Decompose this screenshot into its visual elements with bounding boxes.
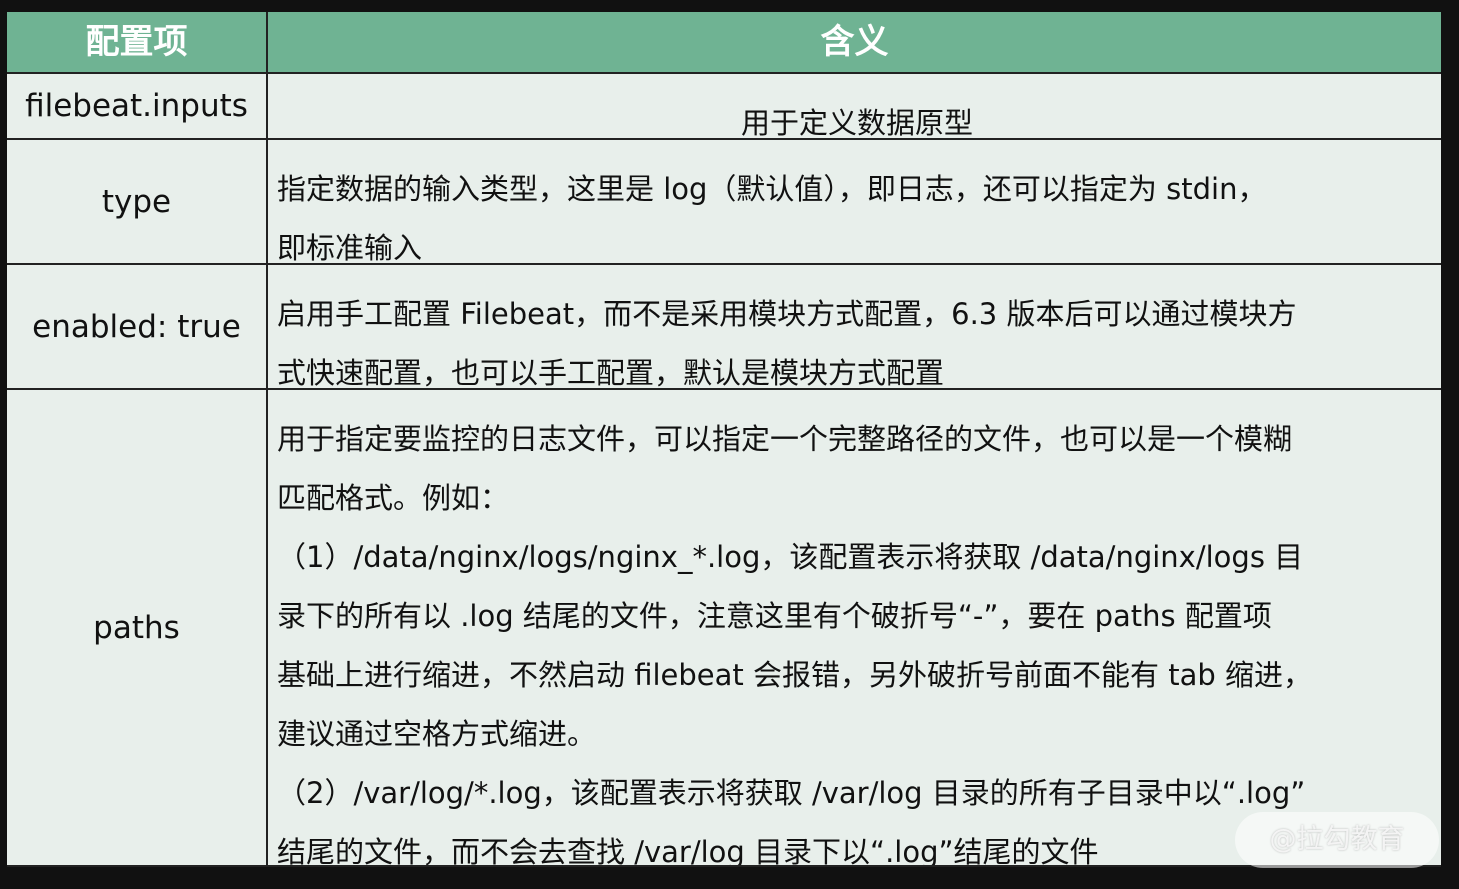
column-divider xyxy=(266,12,268,867)
table-row-value: 指定数据的输入类型，这里是 log（默认值），即日志，还可以指定为 stdin，… xyxy=(277,160,1437,263)
table-row-value: 启用手工配置 Filebeat，而不是采用模块方式配置，6.3 版本后可以通过模… xyxy=(277,285,1437,388)
value-line: 用于指定要监控的日志文件，可以指定一个完整路径的文件，也可以是一个模糊 xyxy=(277,422,1293,456)
value-line: 基础上进行缩进，不然启动 filebeat 会报错，另外破折号前面不能有 tab… xyxy=(277,658,1312,692)
value-line: 启用手工配置 Filebeat，而不是采用模块方式配置，6.3 版本后可以通过模… xyxy=(277,297,1297,331)
page: 配置项 含义 filebeat.inputs 用于定义数据原型 type 指定数… xyxy=(0,0,1459,889)
config-table: 配置项 含义 filebeat.inputs 用于定义数据原型 type 指定数… xyxy=(7,12,1441,867)
value-line: 即标准输入 xyxy=(277,231,423,263)
table-row-key: filebeat.inputs xyxy=(25,88,248,124)
value-line: 用于定义数据原型 xyxy=(740,106,973,138)
table-row-value: 用于指定要监控的日志文件，可以指定一个完整路径的文件，也可以是一个模糊 匹配格式… xyxy=(277,410,1437,865)
table-row-key: type xyxy=(101,183,172,220)
header-meaning: 含义 xyxy=(820,22,889,62)
table-row-value: 用于定义数据原型 xyxy=(277,92,1437,138)
value-line: 匹配格式。例如： xyxy=(277,481,510,515)
value-line: 指定数据的输入类型，这里是 log（默认值），即日志，还可以指定为 stdin， xyxy=(277,172,1267,206)
header-config-item: 配置项 xyxy=(85,22,188,62)
table-row-key: paths xyxy=(93,609,180,646)
value-line: 建议通过空格方式缩进。 xyxy=(277,717,597,751)
table-row-key: enabled: true xyxy=(32,308,241,345)
value-line: 录下的所有以 .log 结尾的文件，注意这里有个破折号“-”，要在 paths … xyxy=(277,599,1272,633)
value-line: （1）/data/nginx/logs/nginx_*.log，该配置表示将获取… xyxy=(277,540,1304,574)
row-divider xyxy=(7,865,1441,867)
value-line: 式快速配置，也可以手工配置，默认是模块方式配置 xyxy=(277,356,945,388)
table-header: 配置项 含义 xyxy=(7,12,1441,72)
watermark: @拉勾教育 xyxy=(1235,812,1439,868)
